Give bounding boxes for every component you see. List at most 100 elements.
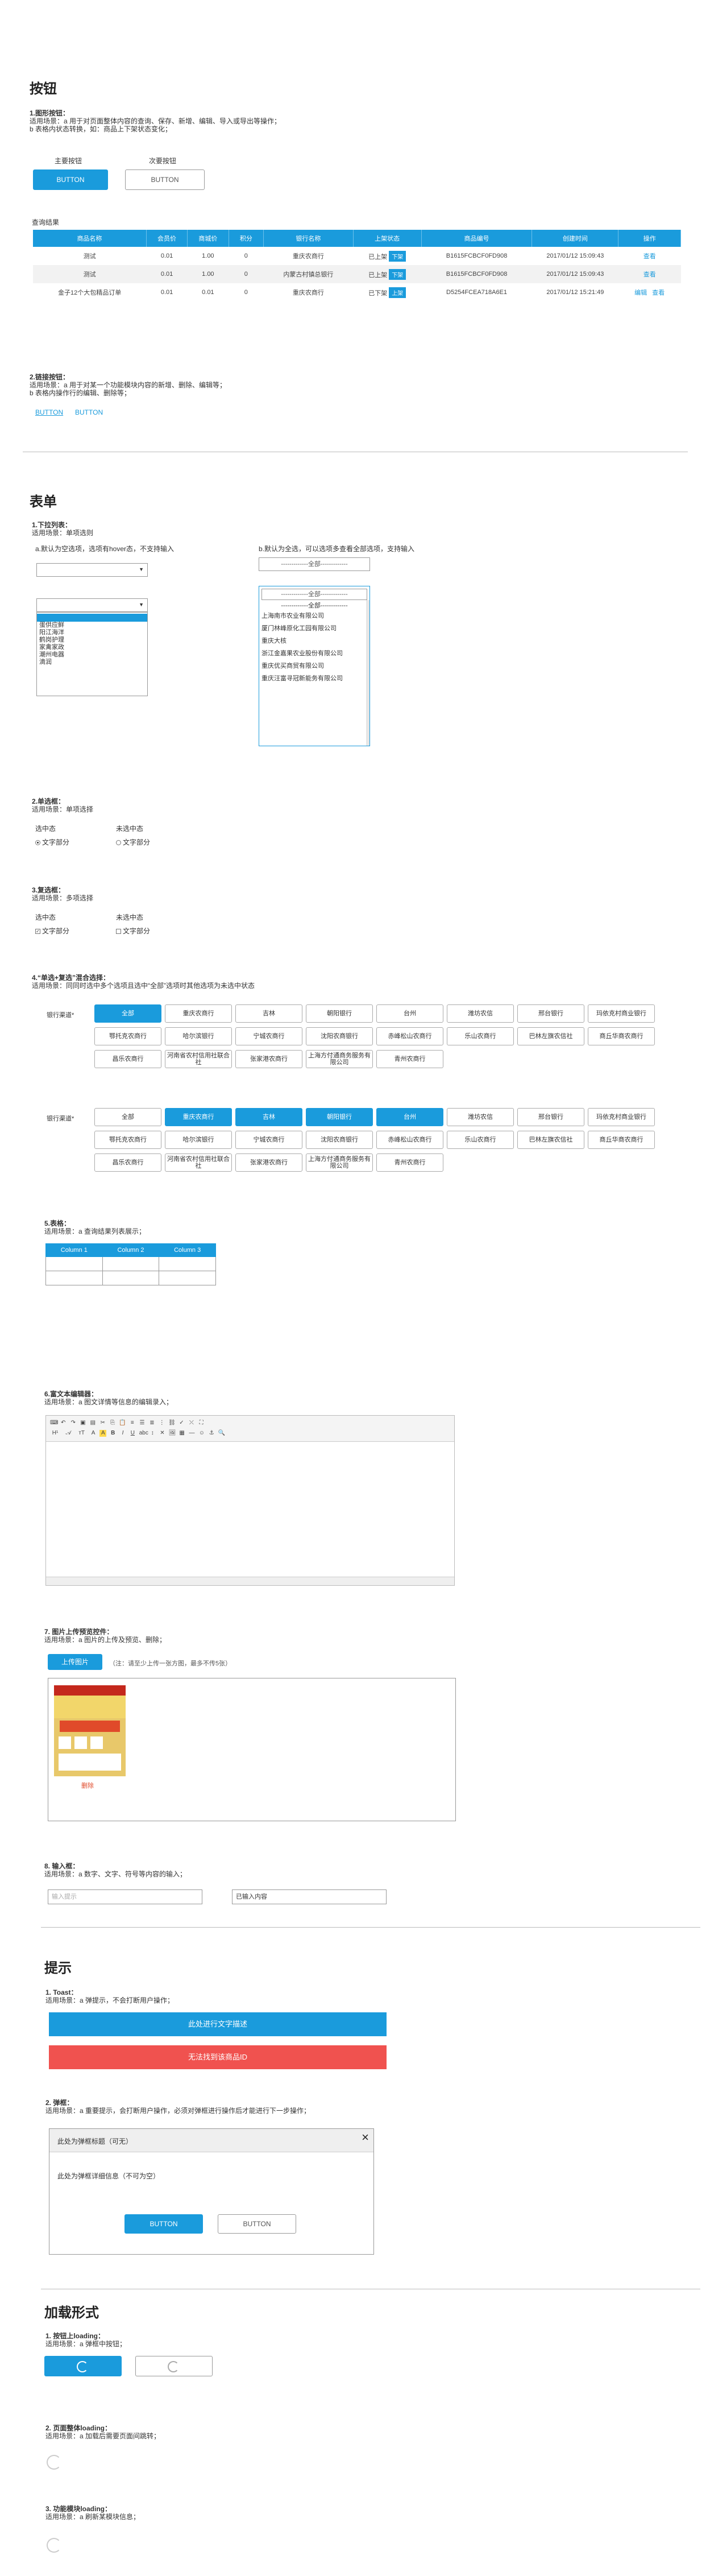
- bank-option[interactable]: 朝阳银行: [306, 1004, 373, 1023]
- bank-option[interactable]: 鄂托克农商行: [94, 1131, 161, 1149]
- undo-icon[interactable]: ↶: [60, 1420, 67, 1426]
- align-center-icon[interactable]: ☰: [139, 1420, 146, 1426]
- bank-option[interactable]: 巴林左旗农信社: [517, 1131, 584, 1149]
- dropdown-option[interactable]: 滴润: [37, 659, 147, 666]
- bank-option[interactable]: 宁城农商行: [235, 1027, 302, 1045]
- align-left-icon[interactable]: ≡: [129, 1420, 136, 1426]
- dropdown-option[interactable]: [37, 614, 147, 622]
- bank-option[interactable]: 重庆农商行: [165, 1108, 232, 1126]
- dropdown-a-open[interactable]: ▼: [36, 598, 148, 612]
- table-icon[interactable]: ▦: [178, 1430, 185, 1437]
- bank-option[interactable]: 沈阳农商银行: [306, 1027, 373, 1045]
- bank-option[interactable]: 青州农商行: [376, 1153, 443, 1172]
- bank-option[interactable]: 全部: [94, 1004, 161, 1023]
- link-icon[interactable]: ⛓: [168, 1420, 176, 1426]
- check-icon[interactable]: ✓: [178, 1420, 185, 1426]
- highlight-icon[interactable]: A: [99, 1430, 107, 1437]
- bank-option[interactable]: 宁城农商行: [235, 1131, 302, 1149]
- bank-option[interactable]: 乐山农商行: [447, 1027, 514, 1045]
- cut-icon[interactable]: ✂: [99, 1420, 106, 1426]
- dropdown-a-closed[interactable]: ▼: [36, 563, 148, 577]
- hr-icon[interactable]: —: [188, 1430, 195, 1437]
- close-icon[interactable]: ×: [362, 2131, 369, 2144]
- dropdown-option[interactable]: 阳江海洋: [37, 629, 147, 636]
- status-toggle-button[interactable]: 下架: [389, 250, 406, 262]
- bank-option[interactable]: 张家港农商行: [235, 1153, 302, 1172]
- dialog-cancel-button[interactable]: BUTTON: [218, 2214, 296, 2234]
- bank-option[interactable]: 沈阳农商银行: [306, 1131, 373, 1149]
- dropdown-option[interactable]: 重庆大核: [259, 635, 369, 647]
- bank-option[interactable]: 重庆农商行: [165, 1004, 232, 1023]
- view-link[interactable]: 查看: [652, 290, 665, 296]
- align-right-icon[interactable]: ≣: [148, 1420, 155, 1426]
- input-placeholder-example[interactable]: 输入提示: [48, 1889, 202, 1904]
- dropdown-option[interactable]: 厦门林峰原化工园有限公司: [259, 622, 369, 635]
- bank-option[interactable]: 全部: [94, 1108, 161, 1126]
- bank-option[interactable]: 邢台银行: [517, 1004, 584, 1023]
- bank-option[interactable]: 赤峰松山农商行: [376, 1131, 443, 1149]
- bank-option[interactable]: 商丘华商农商行: [588, 1131, 655, 1149]
- bank-option[interactable]: 玛依克村商业银行: [588, 1004, 655, 1023]
- primary-button[interactable]: BUTTON: [33, 169, 108, 190]
- scrollbar[interactable]: [366, 600, 369, 746]
- bank-option[interactable]: 河南省农村信用社联合社: [165, 1050, 232, 1068]
- bank-option[interactable]: 吉林: [235, 1004, 302, 1023]
- bank-option[interactable]: 乐山农商行: [447, 1131, 514, 1149]
- radio-selected[interactable]: 文字部分: [35, 837, 69, 847]
- dropdown-option[interactable]: 鹤岗护理: [37, 636, 147, 644]
- bank-option[interactable]: 青州农商行: [376, 1050, 443, 1068]
- image-icon[interactable]: 🖼: [169, 1430, 176, 1437]
- italic-icon[interactable]: I: [119, 1430, 126, 1437]
- dropdown-option[interactable]: 家禽家政: [37, 644, 147, 651]
- underline-icon[interactable]: U: [129, 1430, 136, 1437]
- delete-image-link[interactable]: 删除: [81, 1781, 94, 1790]
- input-filled-example[interactable]: 已输入内容: [232, 1889, 387, 1904]
- dialog-confirm-button[interactable]: BUTTON: [124, 2214, 203, 2234]
- status-toggle-button[interactable]: 下架: [389, 268, 406, 280]
- copy-icon[interactable]: ⎘: [109, 1420, 116, 1426]
- preview-icon[interactable]: ▣: [80, 1420, 86, 1426]
- emoji-icon[interactable]: ☺: [198, 1430, 205, 1437]
- checkbox-checked[interactable]: ✓ 文字部分: [35, 926, 69, 936]
- secondary-button[interactable]: BUTTON: [125, 169, 205, 190]
- loading-secondary-button[interactable]: [135, 2356, 213, 2376]
- bank-option[interactable]: 吉林: [235, 1108, 302, 1126]
- bank-option[interactable]: 潍坊农信: [447, 1108, 514, 1126]
- dropdown-option[interactable]: 上海南市农业有限公司: [259, 610, 369, 622]
- bank-option[interactable]: 河南省农村信用社联合社: [165, 1153, 232, 1172]
- link-button-2[interactable]: BUTTON: [75, 408, 103, 416]
- source-icon[interactable]: ⌨: [50, 1420, 58, 1426]
- bank-option[interactable]: 张家港农商行: [235, 1050, 302, 1068]
- fullscreen-icon[interactable]: ⛶: [198, 1420, 205, 1426]
- bank-option[interactable]: 昌乐农商行: [94, 1153, 161, 1172]
- bank-option[interactable]: 台州: [376, 1004, 443, 1023]
- bank-option[interactable]: 哈尔滨银行: [165, 1131, 232, 1149]
- editor-content-area[interactable]: [46, 1442, 454, 1577]
- dropdown-option[interactable]: 蛋供应鲜: [37, 622, 147, 629]
- line-height-icon[interactable]: ↕: [149, 1430, 156, 1437]
- dropdown-option[interactable]: -------------全部-------------: [259, 602, 369, 610]
- heading-icon[interactable]: H¹: [50, 1430, 60, 1437]
- loading-primary-button[interactable]: [44, 2356, 122, 2376]
- bank-option[interactable]: 昌乐农商行: [94, 1050, 161, 1068]
- bank-option[interactable]: 赤峰松山农商行: [376, 1027, 443, 1045]
- dropdown-b-closed[interactable]: -------------全部-------------: [259, 557, 370, 571]
- bank-option[interactable]: 潍坊农信: [447, 1004, 514, 1023]
- upload-image-button[interactable]: 上传图片: [48, 1654, 102, 1670]
- bank-option[interactable]: 上海方付通商务服务有限公司: [306, 1153, 373, 1172]
- radio-unselected[interactable]: 文字部分: [116, 837, 150, 847]
- bank-option[interactable]: 朝阳银行: [306, 1108, 373, 1126]
- bank-option[interactable]: 上海方付通商务服务有限公司: [306, 1050, 373, 1068]
- dropdown-option[interactable]: 重庆汪富寻冠新能务有限公司: [259, 672, 369, 685]
- bank-option[interactable]: 哈尔滨银行: [165, 1027, 232, 1045]
- dropdown-option[interactable]: 浙江金嘉果农业股份有限公司: [259, 647, 369, 660]
- font-size-icon[interactable]: тT: [77, 1430, 87, 1437]
- search-icon[interactable]: 🔍: [218, 1430, 225, 1437]
- clear-icon[interactable]: ⤫: [188, 1420, 195, 1426]
- status-toggle-button[interactable]: 上架: [389, 287, 406, 298]
- paste-icon[interactable]: 📋: [119, 1420, 126, 1426]
- view-link[interactable]: 查看: [643, 253, 656, 260]
- bank-option[interactable]: 商丘华商农商行: [588, 1027, 655, 1045]
- bank-option[interactable]: 邢台银行: [517, 1108, 584, 1126]
- bold-icon[interactable]: B: [110, 1430, 117, 1437]
